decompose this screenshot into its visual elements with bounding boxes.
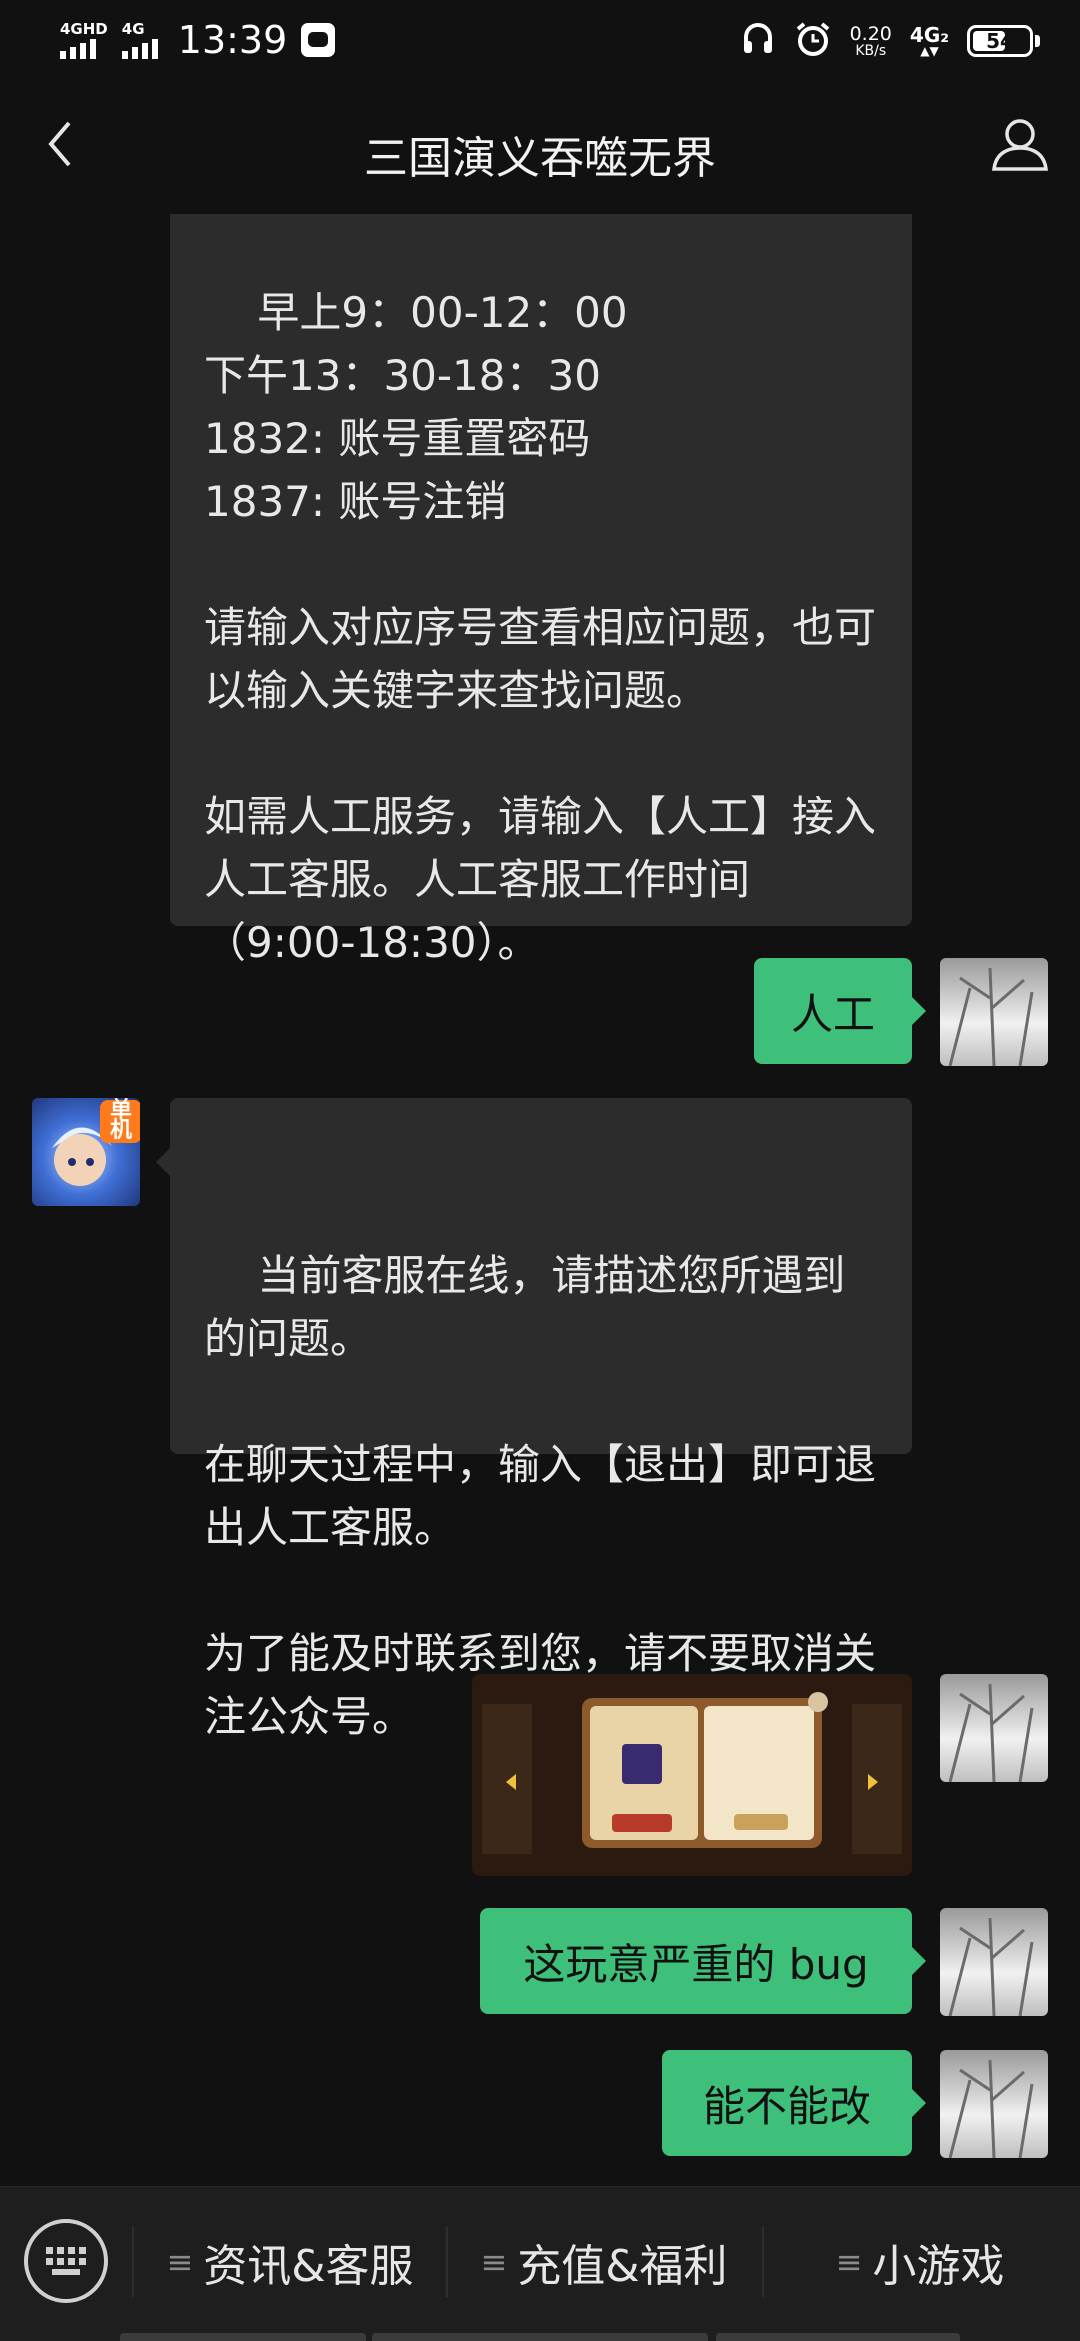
battery-icon: 54: [967, 25, 1040, 57]
signal-bars-icon: [60, 37, 96, 59]
network-type: 4G₂: [909, 23, 949, 47]
game-screenshot-image: [472, 1674, 912, 1876]
user-avatar[interactable]: [940, 1674, 1048, 1782]
keyboard-toggle-button[interactable]: [24, 2219, 108, 2303]
bot-message: 当前客服在线，请描述您所遇到的问题。 在聊天过程中，输入【退出】即可退出人工客服…: [156, 1098, 912, 1741]
user-avatar[interactable]: [940, 958, 1048, 1066]
menu-item-label: 小游戏: [872, 2241, 1005, 2292]
menu-item-label: 资讯&客服: [203, 2241, 414, 2292]
person-icon: [992, 119, 1048, 171]
battery-level: 54: [986, 29, 1014, 53]
speed-value: 0.20: [849, 22, 892, 45]
status-left: 4GHD 4G 13:39: [60, 18, 336, 62]
bot-message: 早上9：00-12：00 下午13：30-18：30 1832: 账号重置密码 …: [170, 214, 912, 967]
profile-button[interactable]: [990, 114, 1050, 174]
message-text: 这玩意严重的 bug: [523, 1939, 869, 1989]
snowy-tree-icon: [948, 967, 1034, 1066]
network-label-1: 4GHD: [60, 20, 108, 38]
page-title: 三国演义吞噬无界: [364, 133, 716, 184]
bottom-menu-bar: ≡ 资讯&客服 ≡ 充值&福利 ≡ 小游戏: [0, 2186, 1080, 2341]
user-avatar[interactable]: [940, 2050, 1048, 2158]
network-label-2: 4G: [121, 20, 145, 38]
avatar-badge: 单机: [100, 1100, 140, 1143]
speed-unit: KB/s: [855, 42, 887, 59]
signal-bars-icon: [121, 37, 158, 59]
signal-2: 4G: [121, 20, 158, 59]
alarm-icon: [794, 20, 832, 62]
user-avatar[interactable]: [940, 1908, 1048, 2016]
clock: 13:39: [177, 18, 288, 62]
image-message[interactable]: [472, 1674, 912, 1876]
chat-area[interactable]: 早上9：00-12：00 下午13：30-18：30 1832: 账号重置密码 …: [0, 214, 1080, 2186]
bot-avatar[interactable]: 单机: [32, 1098, 140, 1206]
chat-header: 三国演义吞噬无界: [0, 84, 1080, 214]
menu-item-recharge-benefits[interactable]: ≡ 充值&福利: [448, 2217, 760, 2307]
status-right: 0.20 KB/s 4G₂ ▲▼ 54: [740, 20, 1040, 62]
keyboard-icon: [46, 2247, 86, 2275]
signal-1: 4GHD: [60, 21, 108, 59]
menu-item-news-service[interactable]: ≡ 资讯&客服: [134, 2217, 446, 2307]
message-text: 能不能改: [702, 2081, 871, 2131]
menu-lines-icon: ≡: [166, 2243, 194, 2281]
message-text: 早上9：00-12：00 下午13：30-18：30 1832: 账号重置密码 …: [204, 288, 877, 967]
game-controller-icon: [301, 23, 336, 57]
menu-item-mini-games[interactable]: ≡ 小游戏: [764, 2217, 1076, 2307]
user-message[interactable]: 能不能改: [662, 2050, 926, 2156]
network-speed: 0.20 KB/s: [850, 24, 892, 59]
message-text: 当前客服在线，请描述您所遇到的问题。 在聊天过程中，输入【退出】即可退出人工客服…: [204, 1251, 877, 1741]
headphones-icon: [740, 21, 776, 61]
user-message[interactable]: 人工: [754, 958, 926, 1064]
status-bar: 4GHD 4G 13:39 0.20 KB/s 4G₂ ▲▼ 54: [0, 0, 1080, 84]
network-label-3: 4G₂ ▲▼: [910, 25, 949, 57]
menu-lines-icon: ≡: [835, 2243, 863, 2281]
menu-item-label: 充值&福利: [517, 2241, 728, 2292]
snowy-tree-icon: [948, 1917, 1034, 2016]
message-text: 人工: [790, 989, 875, 1039]
snowy-tree-icon: [948, 2059, 1034, 2158]
user-message[interactable]: 这玩意严重的 bug: [480, 1908, 926, 2014]
menu-lines-icon: ≡: [480, 2243, 508, 2281]
snowy-tree-icon: [948, 1683, 1034, 1782]
